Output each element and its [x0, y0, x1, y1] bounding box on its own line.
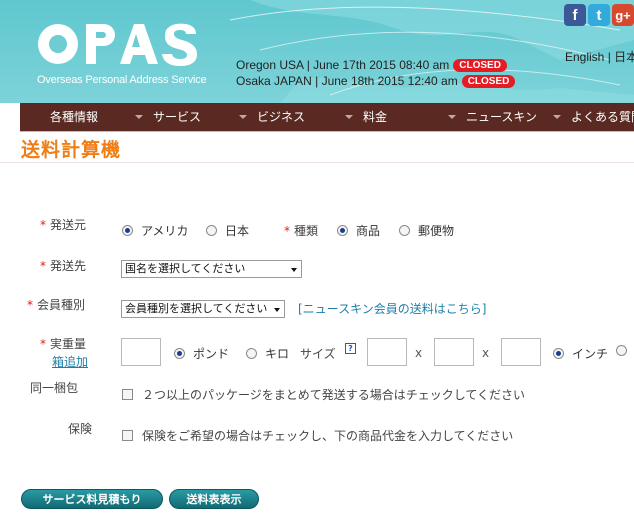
checkbox-label: 保険をご希望の場合はチェックし、下の商品代金を入力してください: [142, 429, 514, 443]
radio-label: ポンド: [193, 347, 230, 361]
language-switcher[interactable]: English | 日本: [565, 48, 634, 65]
nuskin-rates-link[interactable]: [ニュースキン会員の送料はこちら]: [298, 300, 486, 317]
radio-label: キロ: [265, 347, 290, 361]
help-icon[interactable]: ?: [345, 343, 356, 354]
radio-dot: [206, 225, 217, 236]
unit-radio-pound[interactable]: ポンド: [174, 345, 229, 362]
required-mark: *: [40, 337, 46, 351]
nav-item-info[interactable]: 各種情報: [50, 103, 98, 131]
nav-item-business[interactable]: ビジネス: [239, 103, 306, 131]
nav-item-services[interactable]: サービス: [135, 103, 202, 131]
type-label-text: 種類: [294, 224, 319, 238]
nav-label: ニュースキン: [466, 110, 538, 124]
weight-input[interactable]: [121, 338, 161, 366]
length-input[interactable]: [367, 338, 407, 366]
insurance-label: 保険: [68, 422, 93, 436]
clock-osaka-text: Osaka JAPAN | June 18th 2015 12:40 am: [236, 74, 458, 88]
origin-label: * 発送元: [40, 216, 86, 233]
status-badge: CLOSED: [453, 58, 507, 72]
radio-dot: [399, 225, 410, 236]
rate-table-button[interactable]: 送料表表示: [169, 489, 259, 509]
nav-label: サービス: [153, 110, 202, 124]
origin-label-text: 発送元: [50, 218, 87, 232]
height-input[interactable]: [501, 338, 541, 366]
unit-radio-cm[interactable]: [616, 345, 634, 356]
select-value: 国名を選択してください: [125, 262, 246, 275]
radio-label: 日本: [225, 224, 250, 238]
nav-item-faq[interactable]: よくある質問: [553, 103, 634, 131]
size-label: サイズ: [300, 347, 336, 361]
member-type-select[interactable]: 会員種別を選択してください: [121, 300, 285, 318]
consolidate-label: 同一梱包: [30, 381, 79, 395]
checkbox-label: ２つ以上のパッケージをまとめて発送する場合はチェックしてください: [142, 388, 526, 402]
status-badge: CLOSED: [461, 74, 516, 88]
select-value: 会員種別を選択してください: [125, 302, 268, 315]
radio-dot: [553, 348, 564, 359]
twitter-icon[interactable]: t: [588, 4, 610, 26]
required-mark: *: [27, 298, 33, 312]
consolidate-checkbox[interactable]: ２つ以上のパッケージをまとめて発送する場合はチェックしてください: [122, 386, 525, 403]
timezone-clocks: Oregon USA | June 17th 2015 08:40 am CLO…: [236, 57, 516, 89]
radio-dot: [174, 348, 185, 359]
width-input[interactable]: [434, 338, 474, 366]
weight-label-text: 実重量: [50, 337, 87, 351]
nav-label: よくある質問: [571, 110, 634, 124]
destination-label-text: 発送先: [50, 259, 87, 273]
facebook-icon[interactable]: f: [564, 4, 586, 26]
insurance-checkbox[interactable]: 保険をご希望の場合はチェックし、下の商品代金を入力してください: [122, 427, 513, 444]
required-mark: *: [284, 224, 290, 238]
social-links: f t g+: [564, 4, 634, 26]
chevron-down-icon: [448, 115, 456, 119]
checkbox-box: [122, 430, 133, 441]
origin-radio-usa[interactable]: アメリカ: [122, 222, 188, 239]
destination-select[interactable]: 国名を選択してください: [121, 260, 302, 278]
origin-radio-japan[interactable]: 日本: [206, 222, 249, 239]
site-header: Overseas Personal Address Service Oregon…: [0, 0, 634, 103]
dimension-separator: x: [415, 346, 423, 360]
member-type-label: * 会員種別: [27, 296, 85, 313]
chevron-down-icon: [345, 115, 353, 119]
radio-label: 商品: [356, 224, 381, 238]
nav-label: ビジネス: [257, 110, 306, 124]
nav-label: 料金: [363, 110, 388, 124]
unit-radio-inch[interactable]: インチ: [553, 345, 608, 362]
clock-oregon: Oregon USA | June 17th 2015 08:40 am CLO…: [236, 57, 515, 73]
radio-dot: [122, 225, 133, 236]
radio-dot: [246, 348, 257, 359]
chevron-down-icon: [135, 115, 143, 119]
clock-oregon-text: Oregon USA | June 17th 2015 08:40 am: [236, 58, 450, 72]
radio-label: 郵便物: [418, 224, 455, 238]
destination-label: * 発送先: [40, 257, 86, 274]
radio-dot: [616, 345, 627, 356]
nav-divider: [20, 131, 634, 132]
main-nav: 各種情報 サービス ビジネス 料金 ニュースキン よくある質問: [20, 103, 634, 131]
nav-item-pricing[interactable]: 料金: [345, 103, 388, 131]
chevron-down-icon: [239, 115, 247, 119]
type-radio-mail[interactable]: 郵便物: [399, 222, 454, 239]
page-title: 送料計算機: [21, 139, 122, 161]
clock-osaka: Osaka JAPAN | June 18th 2015 12:40 am CL…: [236, 73, 516, 89]
type-label: * 種類: [284, 222, 318, 239]
radio-label: アメリカ: [141, 224, 189, 238]
google-plus-icon[interactable]: g+: [612, 4, 634, 26]
weight-label: * 実重量: [40, 335, 86, 352]
required-mark: *: [40, 218, 46, 232]
checkbox-box: [122, 389, 133, 400]
dimension-separator: x: [482, 346, 490, 360]
add-box-link[interactable]: 箱追加: [52, 353, 88, 370]
radio-dot: [337, 225, 348, 236]
logo-subtitle: Overseas Personal Address Service: [37, 74, 207, 86]
member-label-text: 会員種別: [37, 298, 86, 312]
radio-label: インチ: [572, 347, 609, 361]
chevron-down-icon: [274, 308, 280, 312]
unit-radio-kilo[interactable]: キロ: [246, 345, 289, 362]
type-radio-goods[interactable]: 商品: [337, 222, 380, 239]
nav-label: 各種情報: [50, 110, 99, 124]
title-divider: [0, 162, 634, 163]
chevron-down-icon: [553, 115, 561, 119]
estimate-button[interactable]: サービス料見積もり: [21, 489, 163, 509]
nav-item-nuskin[interactable]: ニュースキン: [448, 103, 538, 131]
required-mark: *: [40, 259, 46, 273]
chevron-down-icon: [291, 268, 297, 272]
